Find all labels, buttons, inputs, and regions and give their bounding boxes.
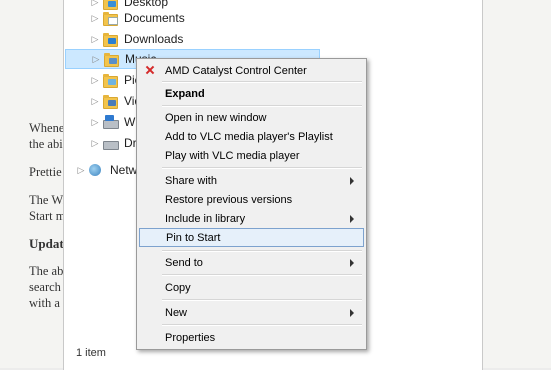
article-line: search bbox=[29, 280, 61, 294]
article-line: with a bbox=[29, 296, 60, 310]
menu-item-restore-previous-versions[interactable]: Restore previous versions bbox=[139, 190, 364, 209]
chevron-right-icon[interactable]: ▷ bbox=[88, 96, 102, 107]
tree-item-documents[interactable]: ▷ Documents bbox=[88, 8, 185, 28]
chevron-right-icon[interactable]: ▷ bbox=[88, 0, 102, 8]
context-menu: AMD Catalyst Control Center Expand Open … bbox=[136, 58, 367, 350]
menu-separator bbox=[162, 324, 362, 326]
article-heading: Updat bbox=[29, 236, 64, 251]
menu-item-label: Restore previous versions bbox=[165, 193, 293, 206]
submenu-arrow-icon bbox=[350, 259, 354, 267]
windows-drive-icon bbox=[102, 115, 119, 129]
menu-separator bbox=[162, 250, 362, 252]
article-line: Whene bbox=[29, 121, 65, 135]
submenu-arrow-icon bbox=[350, 309, 354, 317]
documents-folder-icon bbox=[102, 11, 118, 26]
chevron-right-icon[interactable]: ▷ bbox=[88, 34, 102, 45]
menu-separator bbox=[162, 274, 362, 276]
menu-item-copy[interactable]: Copy bbox=[139, 278, 364, 297]
tree-item-videos[interactable]: ▷ Vid bbox=[88, 91, 141, 111]
network-icon bbox=[88, 163, 104, 177]
status-bar-item-count: 1 item bbox=[76, 347, 106, 359]
menu-item-label: Properties bbox=[165, 331, 216, 344]
submenu-arrow-icon bbox=[350, 177, 354, 185]
menu-separator bbox=[162, 299, 362, 301]
chevron-right-icon[interactable]: ▷ bbox=[88, 117, 102, 128]
menu-item-label: Send to bbox=[165, 256, 203, 269]
menu-item-label: Copy bbox=[165, 281, 191, 294]
menu-item-label: Pin to Start bbox=[166, 231, 221, 244]
article-line: Prettie bbox=[29, 165, 62, 179]
chevron-right-icon[interactable]: ▷ bbox=[88, 138, 102, 149]
tree-item-label: Downloads bbox=[124, 32, 184, 46]
menu-item-label: New bbox=[165, 306, 188, 319]
chevron-right-icon[interactable]: ▷ bbox=[74, 165, 88, 176]
menu-item-label: Add to VLC media player's Playlist bbox=[165, 130, 333, 143]
pictures-folder-icon bbox=[102, 73, 118, 88]
menu-item-amd-catalyst[interactable]: AMD Catalyst Control Center bbox=[139, 61, 364, 80]
menu-item-pin-to-start[interactable]: Pin to Start bbox=[139, 228, 364, 247]
tree-item-network[interactable]: ▷ Netwo bbox=[74, 160, 144, 180]
menu-item-label: AMD Catalyst Control Center bbox=[165, 64, 307, 77]
tree-item-windows-drive[interactable]: ▷ Wir bbox=[88, 112, 142, 132]
menu-item-share-with[interactable]: Share with bbox=[139, 171, 364, 190]
amd-icon bbox=[144, 64, 156, 76]
menu-separator bbox=[162, 81, 362, 83]
videos-folder-icon bbox=[102, 94, 118, 109]
chevron-right-icon[interactable]: ▷ bbox=[88, 13, 102, 24]
menu-item-properties[interactable]: Properties bbox=[139, 328, 364, 347]
menu-item-expand[interactable]: Expand bbox=[139, 84, 364, 103]
menu-item-add-to-vlc-playlist[interactable]: Add to VLC media player's Playlist bbox=[139, 127, 364, 146]
music-folder-icon bbox=[103, 52, 119, 67]
tree-item-label: Documents bbox=[124, 11, 185, 25]
menu-separator bbox=[162, 167, 362, 169]
chevron-right-icon[interactable]: ▷ bbox=[88, 75, 102, 86]
menu-item-play-with-vlc[interactable]: Play with VLC media player bbox=[139, 146, 364, 165]
menu-item-label: Expand bbox=[165, 87, 205, 100]
menu-item-label: Include in library bbox=[165, 212, 246, 225]
chevron-right-icon[interactable]: ▷ bbox=[89, 54, 103, 65]
menu-item-label: Share with bbox=[165, 174, 217, 187]
article-line: The Wi bbox=[29, 193, 67, 207]
menu-item-label: Play with VLC media player bbox=[165, 149, 300, 162]
menu-item-include-in-library[interactable]: Include in library bbox=[139, 209, 364, 228]
menu-item-new[interactable]: New bbox=[139, 303, 364, 322]
menu-separator bbox=[162, 105, 362, 107]
menu-item-open-new-window[interactable]: Open in new window bbox=[139, 108, 364, 127]
menu-item-label: Open in new window bbox=[165, 111, 267, 124]
downloads-folder-icon bbox=[102, 32, 118, 47]
submenu-arrow-icon bbox=[350, 215, 354, 223]
article-line: Start m bbox=[29, 209, 66, 223]
tree-item-downloads[interactable]: ▷ Downloads bbox=[88, 29, 183, 49]
menu-item-send-to[interactable]: Send to bbox=[139, 253, 364, 272]
drive-icon bbox=[102, 136, 119, 150]
article-line: the abi bbox=[29, 137, 63, 151]
article-line: The ab bbox=[29, 264, 64, 278]
